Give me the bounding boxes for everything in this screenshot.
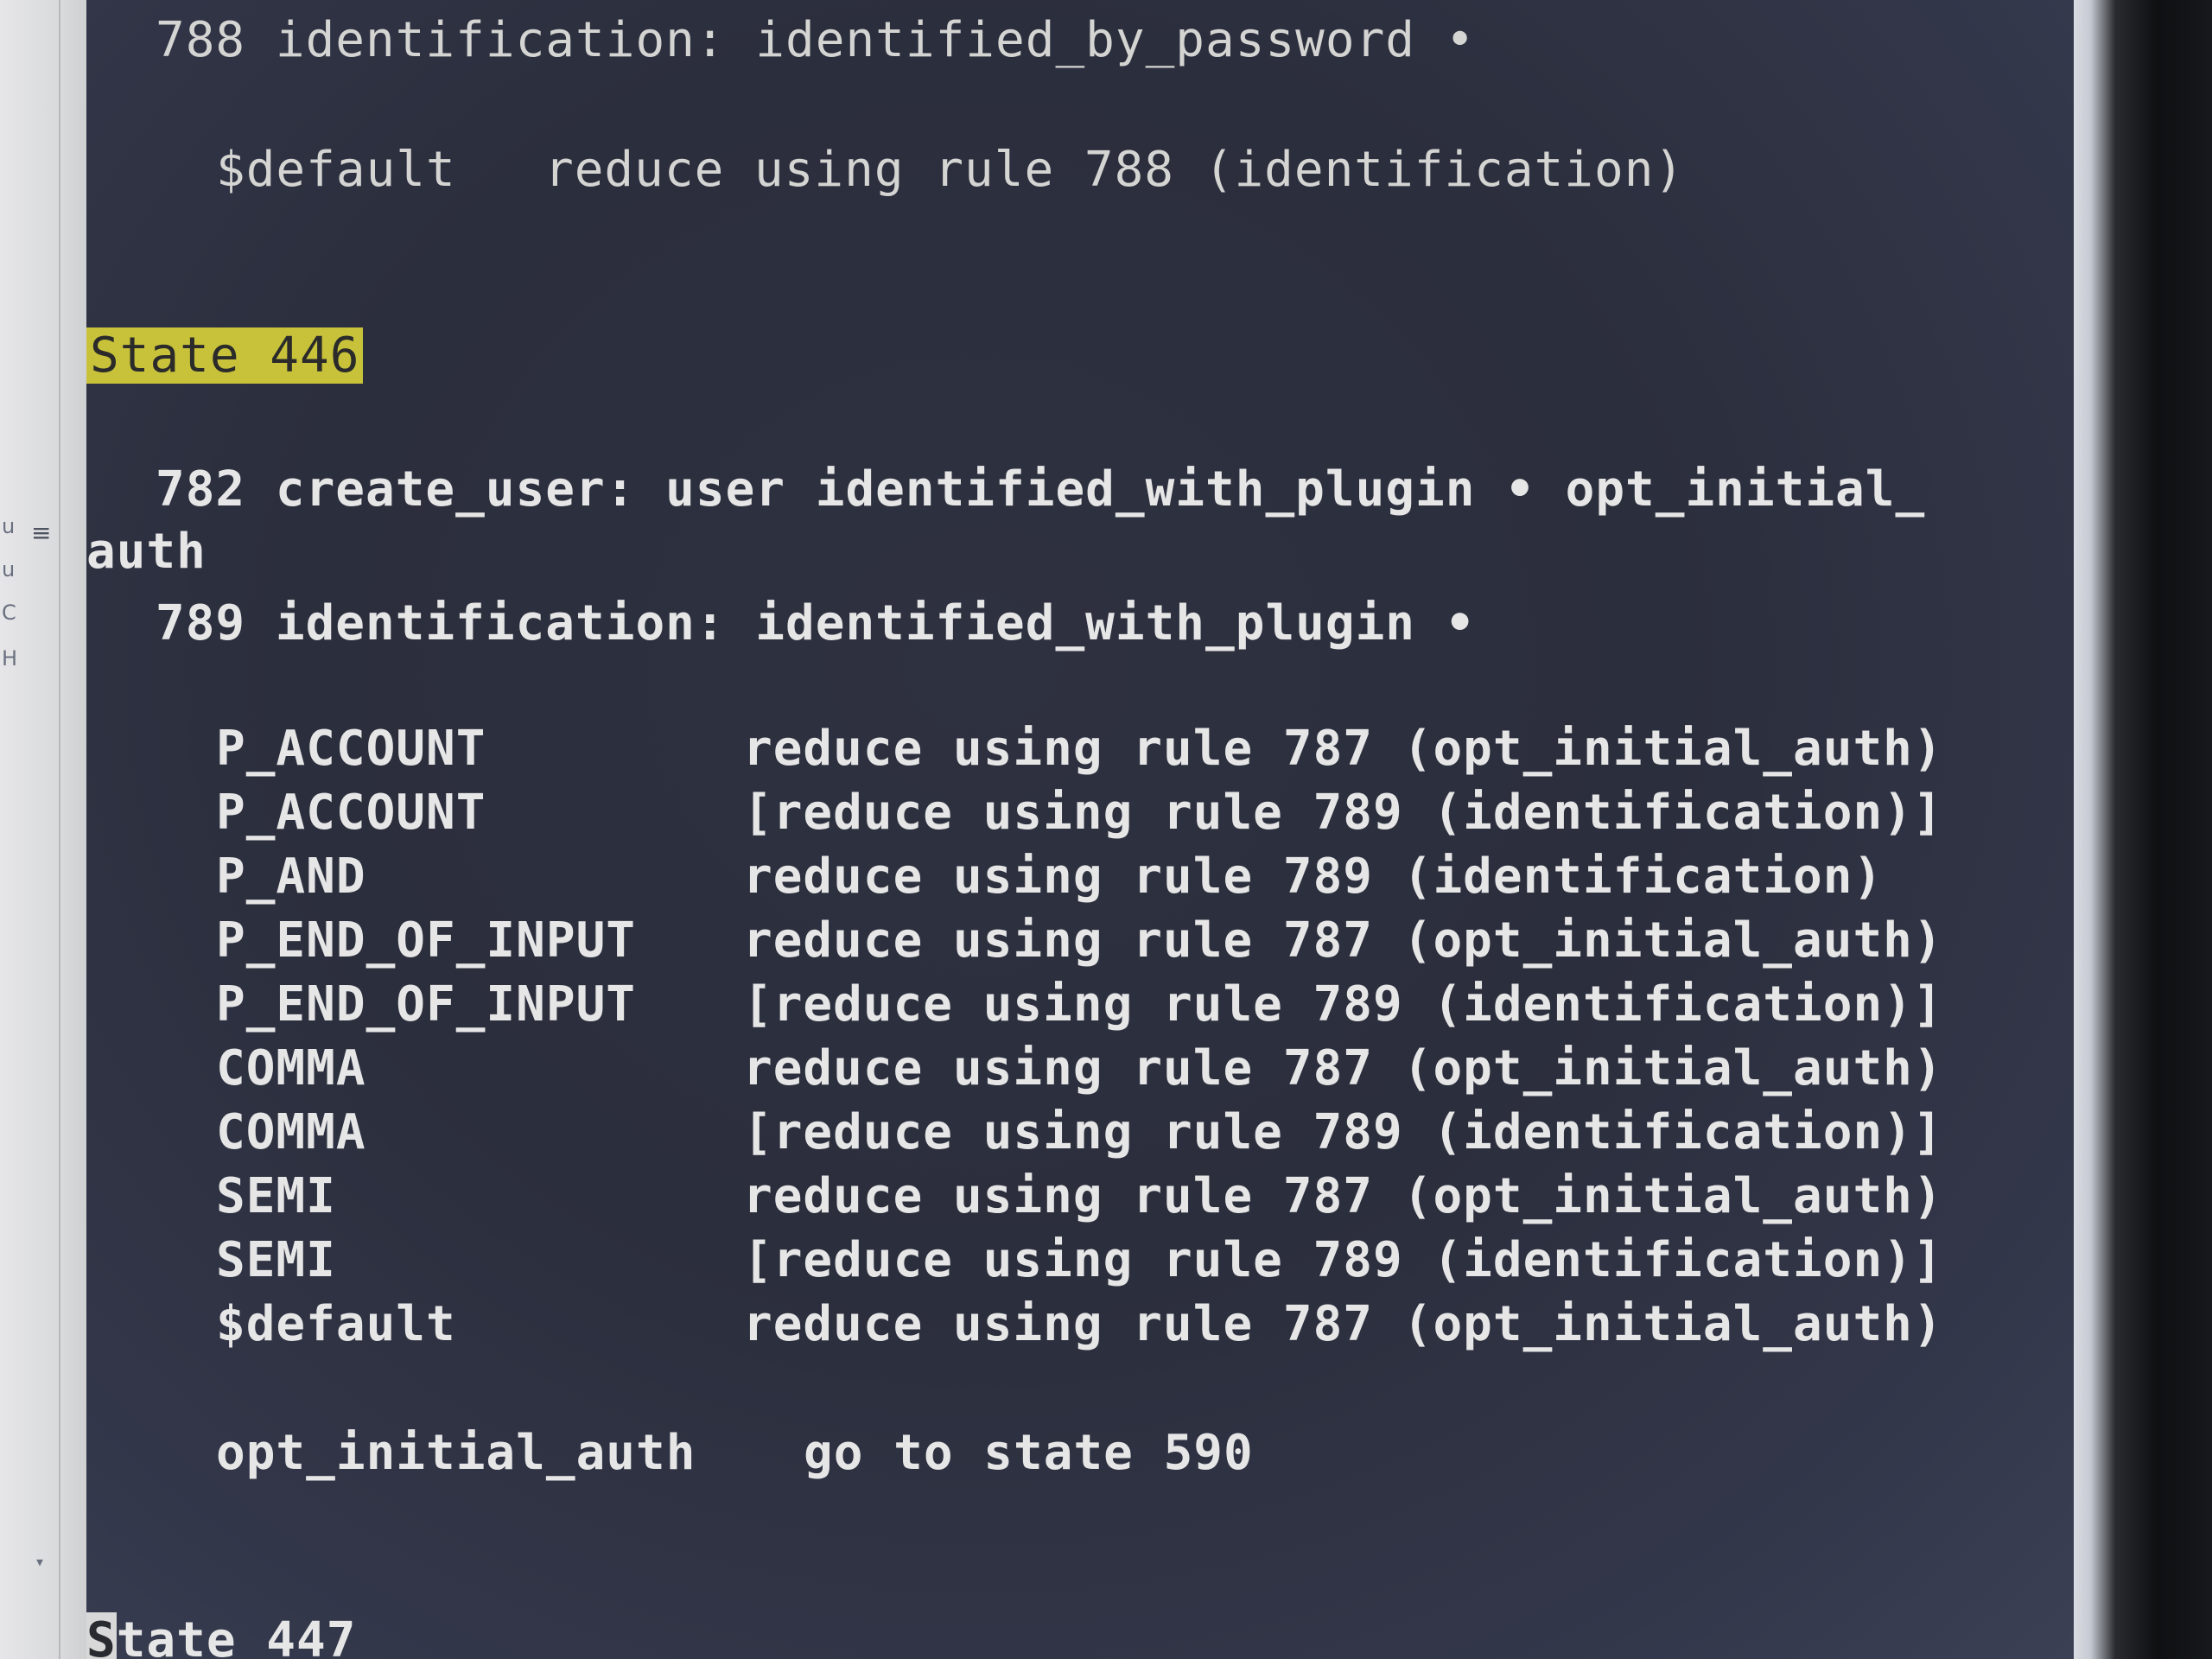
action-row: SEMI reduce using rule 787 (opt_initial_a…: [86, 1165, 2074, 1229]
monitor-bezel: [2074, 0, 2212, 1659]
sidebar-text-fragment: u: [2, 514, 16, 538]
lookahead-symbol: COMMA: [216, 1040, 366, 1096]
state-header-highlighted: State 446: [86, 327, 364, 384]
panel-divider[interactable]: [59, 0, 60, 1659]
default-action-line: $default reduce using rule 788 (identific…: [86, 138, 2074, 202]
state-447-header-line: State 447: [86, 1609, 2074, 1659]
goto-action: go to state 590: [804, 1425, 1254, 1481]
hamburger-menu-icon[interactable]: ≡: [31, 518, 51, 547]
action: reduce using rule 788 (identification): [544, 142, 1685, 198]
action-row: P_ACCOUNT reduce using rule 787 (opt_init…: [86, 717, 2074, 781]
sidebar-text-fragment: H: [2, 646, 18, 671]
item-782-wrap-line: auth: [86, 524, 207, 580]
action-row: $default reduce using rule 787 (opt_initi…: [86, 1293, 2074, 1357]
parser-action: reduce using rule 787 (opt_initial_auth): [743, 1168, 1943, 1224]
parser-action: [reduce using rule 789 (identification)]: [743, 1232, 1943, 1288]
symbol: $default: [216, 142, 456, 198]
lookahead-symbol: P_ACCOUNT: [216, 721, 486, 777]
left-panel: u u C H ≡ ▾: [0, 0, 86, 1659]
text-cursor: S: [86, 1612, 117, 1659]
action-row: P_ACCOUNT [reduce using rule 789 (identif…: [86, 781, 2074, 845]
item-782-line: 782 create_user: user identified_with_pl…: [156, 461, 1926, 518]
action-row: P_END_OF_INPUT [reduce using rule 789 (id…: [86, 973, 2074, 1037]
parser-action: [reduce using rule 789 (identification)]: [743, 976, 1943, 1033]
sidebar-text-fragment: u: [2, 557, 16, 582]
parser-action: reduce using rule 787 (opt_initial_auth): [743, 912, 1943, 969]
parser-action: [reduce using rule 789 (identification)]: [743, 1104, 1943, 1160]
lookahead-symbol: COMMA: [216, 1104, 366, 1160]
lookahead-symbol: SEMI: [216, 1168, 336, 1224]
sidebar-text-fragment: C: [2, 601, 16, 625]
text-editor[interactable]: 788 identification: identified_by_passwo…: [86, 0, 2074, 1659]
action-row: P_END_OF_INPUT reduce using rule 787 (opt…: [86, 909, 2074, 973]
parser-action: reduce using rule 789 (identification): [743, 849, 1884, 905]
lookahead-symbol: $default: [216, 1296, 456, 1352]
rule-line-788: 788 identification: identified_by_passwo…: [156, 12, 1476, 68]
nonterminal-symbol: opt_initial_auth: [216, 1425, 696, 1481]
item-789-line: 789 identification: identified_with_plug…: [156, 595, 1476, 652]
action-row: COMMA reduce using rule 787 (opt_initial_…: [86, 1037, 2074, 1101]
lookahead-symbol: SEMI: [216, 1232, 336, 1288]
state-446-header-line: State 446: [86, 324, 2074, 388]
action-row: P_AND reduce using rule 789 (identificati…: [86, 845, 2074, 909]
parser-action: reduce using rule 787 (opt_initial_auth): [743, 1296, 1943, 1352]
lookahead-symbol: P_ACCOUNT: [216, 785, 486, 841]
state-header-text: tate 447: [116, 1612, 357, 1659]
scroll-down-arrow-icon[interactable]: ▾: [35, 1551, 45, 1572]
lookahead-symbol: P_AND: [216, 849, 366, 905]
parser-action: reduce using rule 787 (opt_initial_auth): [743, 1040, 1943, 1096]
lookahead-symbol: P_END_OF_INPUT: [216, 976, 637, 1033]
parser-action: [reduce using rule 789 (identification)]: [743, 785, 1943, 841]
parser-action: reduce using rule 787 (opt_initial_auth): [743, 721, 1943, 777]
action-row: SEMI [reduce using rule 789 (identificati…: [86, 1229, 2074, 1293]
action-row: COMMA [reduce using rule 789 (identificat…: [86, 1101, 2074, 1165]
lookahead-symbol: P_END_OF_INPUT: [216, 912, 637, 969]
goto-line: opt_initial_auth go to state 590: [86, 1421, 2074, 1485]
